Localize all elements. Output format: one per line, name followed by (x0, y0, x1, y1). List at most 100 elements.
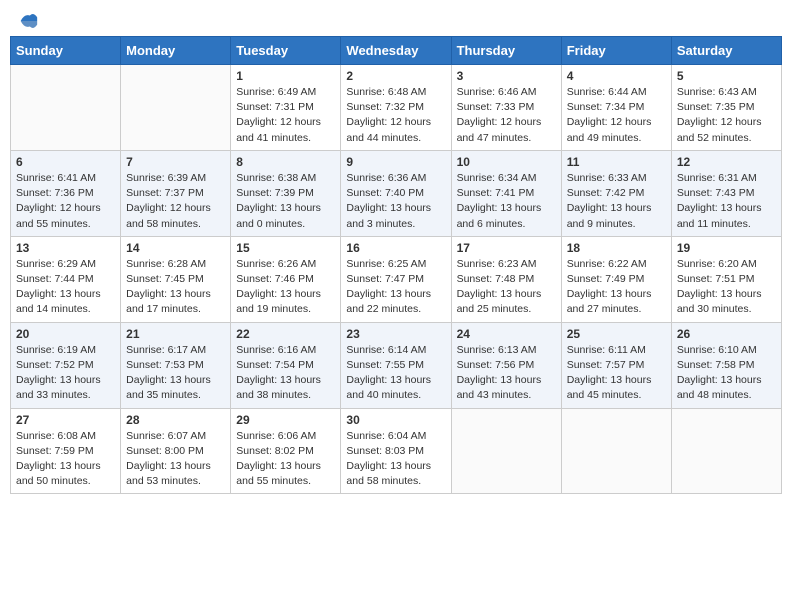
day-number: 9 (346, 155, 445, 169)
calendar-cell: 23Sunrise: 6:14 AM Sunset: 7:55 PM Dayli… (341, 322, 451, 408)
day-number: 3 (457, 69, 556, 83)
day-info: Sunrise: 6:38 AM Sunset: 7:39 PM Dayligh… (236, 171, 335, 232)
calendar-cell: 19 Sunrise: 6:20 AM Sunset: 7:51 PM Dayli… (671, 236, 781, 322)
day-info: Sunrise: 6:19 AM Sunset: 7:52 PM Dayligh… (16, 343, 115, 404)
logo (15, 10, 39, 26)
calendar-cell: 1 Sunrise: 6:49 AM Sunset: 7:31 PM Daylig… (231, 65, 341, 151)
calendar-week-row: 6 Sunrise: 6:41 AM Sunset: 7:36 PM Daylig… (11, 150, 782, 236)
day-number: 10 (457, 155, 556, 169)
day-number: 4 (567, 69, 666, 83)
day-number: 27 (16, 413, 115, 427)
calendar-cell: 5 Sunrise: 6:43 AM Sunset: 7:35 PM Daylig… (671, 65, 781, 151)
day-info: Sunrise: 6:26 AM Sunset: 7:46 PM Dayligh… (236, 257, 335, 318)
calendar-cell: 30 Sunrise: 6:04 AM Sunset: 8:03 PM Dayli… (341, 408, 451, 494)
weekday-header-saturday: Saturday (671, 37, 781, 65)
day-number: 8 (236, 155, 335, 169)
day-info: Sunrise: 6:06 AM Sunset: 8:02 PM Dayligh… (236, 429, 335, 490)
day-info: Sunrise: 6:31 AM Sunset: 7:43 PM Dayligh… (677, 171, 776, 232)
calendar-cell: 25 Sunrise: 6:11 AM Sunset: 7:57 PM Dayli… (561, 322, 671, 408)
calendar-week-row: 27 Sunrise: 6:08 AM Sunset: 7:59 PM Dayli… (11, 408, 782, 494)
day-number: 24 (457, 327, 556, 341)
calendar-cell: 27 Sunrise: 6:08 AM Sunset: 7:59 PM Dayli… (11, 408, 121, 494)
day-info: Sunrise: 6:43 AM Sunset: 7:35 PM Dayligh… (677, 85, 776, 146)
day-info: Sunrise: 6:14 AM Sunset: 7:55 PM Dayligh… (346, 343, 445, 404)
calendar-header-row: SundayMondayTuesdayWednesdayThursdayFrid… (11, 37, 782, 65)
day-number: 29 (236, 413, 335, 427)
calendar-cell: 6 Sunrise: 6:41 AM Sunset: 7:36 PM Daylig… (11, 150, 121, 236)
calendar-cell: 29 Sunrise: 6:06 AM Sunset: 8:02 PM Dayli… (231, 408, 341, 494)
calendar-cell: 24Sunrise: 6:13 AM Sunset: 7:56 PM Dayli… (451, 322, 561, 408)
weekday-header-thursday: Thursday (451, 37, 561, 65)
calendar-cell: 12 Sunrise: 6:31 AM Sunset: 7:43 PM Dayli… (671, 150, 781, 236)
day-info: Sunrise: 6:23 AM Sunset: 7:48 PM Dayligh… (457, 257, 556, 318)
day-info: Sunrise: 6:08 AM Sunset: 7:59 PM Dayligh… (16, 429, 115, 490)
calendar-week-row: 20 Sunrise: 6:19 AM Sunset: 7:52 PM Dayli… (11, 322, 782, 408)
calendar-cell: 16 Sunrise: 6:25 AM Sunset: 7:47 PM Dayli… (341, 236, 451, 322)
calendar-cell (561, 408, 671, 494)
calendar-cell: 11Sunrise: 6:33 AM Sunset: 7:42 PM Dayli… (561, 150, 671, 236)
calendar-cell: 26 Sunrise: 6:10 AM Sunset: 7:58 PM Dayli… (671, 322, 781, 408)
day-number: 30 (346, 413, 445, 427)
day-number: 16 (346, 241, 445, 255)
day-number: 25 (567, 327, 666, 341)
calendar-week-row: 13 Sunrise: 6:29 AM Sunset: 7:44 PM Dayli… (11, 236, 782, 322)
day-info: Sunrise: 6:25 AM Sunset: 7:47 PM Dayligh… (346, 257, 445, 318)
day-info: Sunrise: 6:41 AM Sunset: 7:36 PM Dayligh… (16, 171, 115, 232)
day-info: Sunrise: 6:28 AM Sunset: 7:45 PM Dayligh… (126, 257, 225, 318)
weekday-header-sunday: Sunday (11, 37, 121, 65)
day-info: Sunrise: 6:20 AM Sunset: 7:51 PM Dayligh… (677, 257, 776, 318)
calendar-cell: 10Sunrise: 6:34 AM Sunset: 7:41 PM Dayli… (451, 150, 561, 236)
weekday-header-friday: Friday (561, 37, 671, 65)
day-number: 11 (567, 155, 666, 169)
day-number: 6 (16, 155, 115, 169)
day-info: Sunrise: 6:46 AM Sunset: 7:33 PM Dayligh… (457, 85, 556, 146)
weekday-header-wednesday: Wednesday (341, 37, 451, 65)
day-number: 20 (16, 327, 115, 341)
day-info: Sunrise: 6:29 AM Sunset: 7:44 PM Dayligh… (16, 257, 115, 318)
calendar-cell: 9 Sunrise: 6:36 AM Sunset: 7:40 PM Daylig… (341, 150, 451, 236)
calendar-cell: 22 Sunrise: 6:16 AM Sunset: 7:54 PM Dayli… (231, 322, 341, 408)
day-number: 7 (126, 155, 225, 169)
day-number: 19 (677, 241, 776, 255)
day-info: Sunrise: 6:07 AM Sunset: 8:00 PM Dayligh… (126, 429, 225, 490)
day-number: 22 (236, 327, 335, 341)
day-number: 14 (126, 241, 225, 255)
day-number: 12 (677, 155, 776, 169)
day-number: 15 (236, 241, 335, 255)
day-number: 26 (677, 327, 776, 341)
day-info: Sunrise: 6:10 AM Sunset: 7:58 PM Dayligh… (677, 343, 776, 404)
calendar-cell (11, 65, 121, 151)
calendar-cell (671, 408, 781, 494)
day-info: Sunrise: 6:49 AM Sunset: 7:31 PM Dayligh… (236, 85, 335, 146)
calendar-cell: 4Sunrise: 6:44 AM Sunset: 7:34 PM Daylig… (561, 65, 671, 151)
weekday-header-monday: Monday (121, 37, 231, 65)
logo-icon (17, 10, 39, 32)
calendar-cell: 14 Sunrise: 6:28 AM Sunset: 7:45 PM Dayli… (121, 236, 231, 322)
calendar-cell (121, 65, 231, 151)
day-info: Sunrise: 6:39 AM Sunset: 7:37 PM Dayligh… (126, 171, 225, 232)
calendar-cell: 2Sunrise: 6:48 AM Sunset: 7:32 PM Daylig… (341, 65, 451, 151)
day-number: 5 (677, 69, 776, 83)
day-info: Sunrise: 6:11 AM Sunset: 7:57 PM Dayligh… (567, 343, 666, 404)
day-number: 21 (126, 327, 225, 341)
day-number: 1 (236, 69, 335, 83)
calendar-cell: 8 Sunrise: 6:38 AM Sunset: 7:39 PM Daylig… (231, 150, 341, 236)
calendar-table: SundayMondayTuesdayWednesdayThursdayFrid… (10, 36, 782, 494)
day-number: 18 (567, 241, 666, 255)
calendar-cell: 13 Sunrise: 6:29 AM Sunset: 7:44 PM Dayli… (11, 236, 121, 322)
calendar-cell: 18 Sunrise: 6:22 AM Sunset: 7:49 PM Dayli… (561, 236, 671, 322)
calendar-week-row: 1 Sunrise: 6:49 AM Sunset: 7:31 PM Daylig… (11, 65, 782, 151)
calendar-cell: 17Sunrise: 6:23 AM Sunset: 7:48 PM Dayli… (451, 236, 561, 322)
day-number: 13 (16, 241, 115, 255)
day-info: Sunrise: 6:48 AM Sunset: 7:32 PM Dayligh… (346, 85, 445, 146)
calendar-cell: 15 Sunrise: 6:26 AM Sunset: 7:46 PM Dayli… (231, 236, 341, 322)
day-info: Sunrise: 6:22 AM Sunset: 7:49 PM Dayligh… (567, 257, 666, 318)
day-info: Sunrise: 6:36 AM Sunset: 7:40 PM Dayligh… (346, 171, 445, 232)
calendar-cell: 20 Sunrise: 6:19 AM Sunset: 7:52 PM Dayli… (11, 322, 121, 408)
day-info: Sunrise: 6:16 AM Sunset: 7:54 PM Dayligh… (236, 343, 335, 404)
calendar-cell: 7 Sunrise: 6:39 AM Sunset: 7:37 PM Daylig… (121, 150, 231, 236)
day-info: Sunrise: 6:04 AM Sunset: 8:03 PM Dayligh… (346, 429, 445, 490)
calendar-cell: 21Sunrise: 6:17 AM Sunset: 7:53 PM Dayli… (121, 322, 231, 408)
calendar-cell (451, 408, 561, 494)
calendar-cell: 3 Sunrise: 6:46 AM Sunset: 7:33 PM Daylig… (451, 65, 561, 151)
